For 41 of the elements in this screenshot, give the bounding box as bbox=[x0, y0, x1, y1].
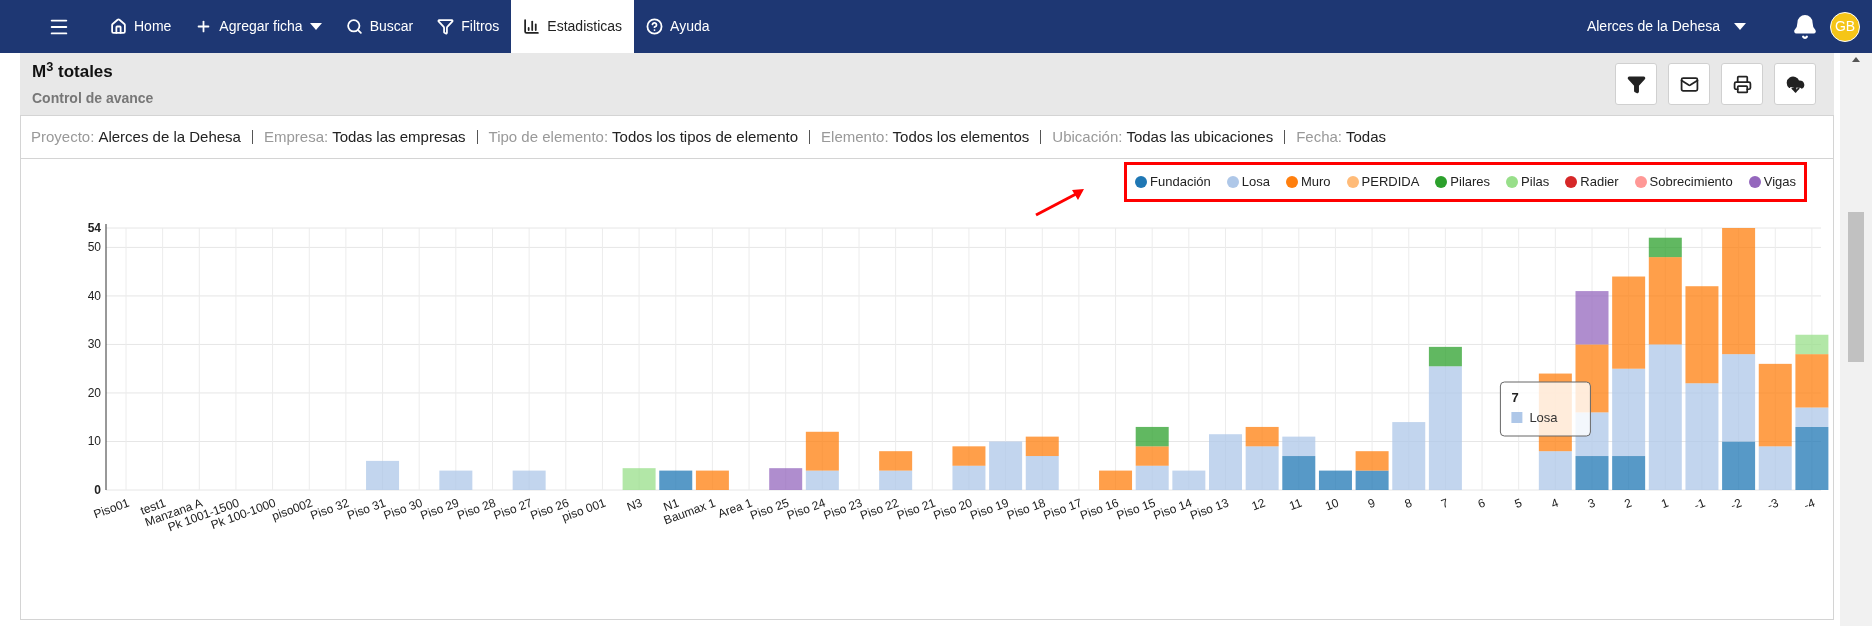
y-tick-label: 20 bbox=[87, 385, 101, 400]
x-tick-label: 6 bbox=[1476, 495, 1488, 512]
y-tick-label: 10 bbox=[87, 434, 101, 449]
x-tick-label: 11 bbox=[1287, 495, 1304, 514]
page-subtitle: Control de avance bbox=[32, 88, 154, 108]
filter-label: Proyecto: bbox=[31, 126, 95, 147]
filter-label: Fecha: bbox=[1296, 126, 1343, 147]
filter-label: Empresa: bbox=[263, 126, 329, 147]
y-tick-label: 50 bbox=[87, 240, 101, 255]
tooltip-label: Losa bbox=[1529, 410, 1558, 425]
filter-value: Todas bbox=[1346, 126, 1387, 147]
y-tick-label: 30 bbox=[87, 337, 101, 352]
x-tick-label: 5 bbox=[1512, 495, 1524, 512]
x-tick-label: -3 bbox=[1765, 495, 1781, 513]
x-tick-label: 7 bbox=[1439, 495, 1451, 512]
filter-label: Elemento: bbox=[821, 126, 889, 147]
filter-value: Todas las ubicaciones bbox=[1126, 126, 1274, 147]
x-tick-label: 8 bbox=[1402, 495, 1414, 512]
filter-label: Tipo de elemento: bbox=[488, 126, 609, 147]
x-tick-label: N3 bbox=[624, 495, 645, 515]
page-title: M$^{3}$ totales bbox=[32, 59, 114, 84]
x-tick-label: 3 bbox=[1585, 495, 1598, 512]
x-tick-label: 10 bbox=[1323, 495, 1341, 514]
filter-value: Alerces de la Dehesa bbox=[98, 126, 241, 147]
x-tick-label: -2 bbox=[1728, 495, 1744, 513]
y-tick-label: 0 bbox=[94, 483, 101, 497]
filter-label: Ubicación: bbox=[1052, 126, 1123, 147]
x-tick-label: -4 bbox=[1802, 495, 1817, 513]
filter-value: Todas las empresas bbox=[332, 126, 466, 147]
y-tick-label: 40 bbox=[87, 288, 101, 303]
tooltip-title: 7 bbox=[1511, 390, 1519, 405]
x-tick-label: 2 bbox=[1622, 495, 1634, 512]
filter-value: Todos los tipos de elemento bbox=[612, 126, 799, 147]
x-tick-label: 1 bbox=[1659, 495, 1671, 512]
x-tick-label: 12 bbox=[1249, 495, 1268, 514]
x-tick-label: 4 bbox=[1549, 495, 1561, 512]
x-tick-label: 9 bbox=[1366, 495, 1378, 512]
y-tick-label: 54 bbox=[87, 221, 101, 235]
x-tick-label: -1 bbox=[1692, 495, 1707, 513]
x-tick-label: Piso01 bbox=[91, 495, 132, 522]
filter-value: Todos los elementos bbox=[892, 126, 1030, 147]
